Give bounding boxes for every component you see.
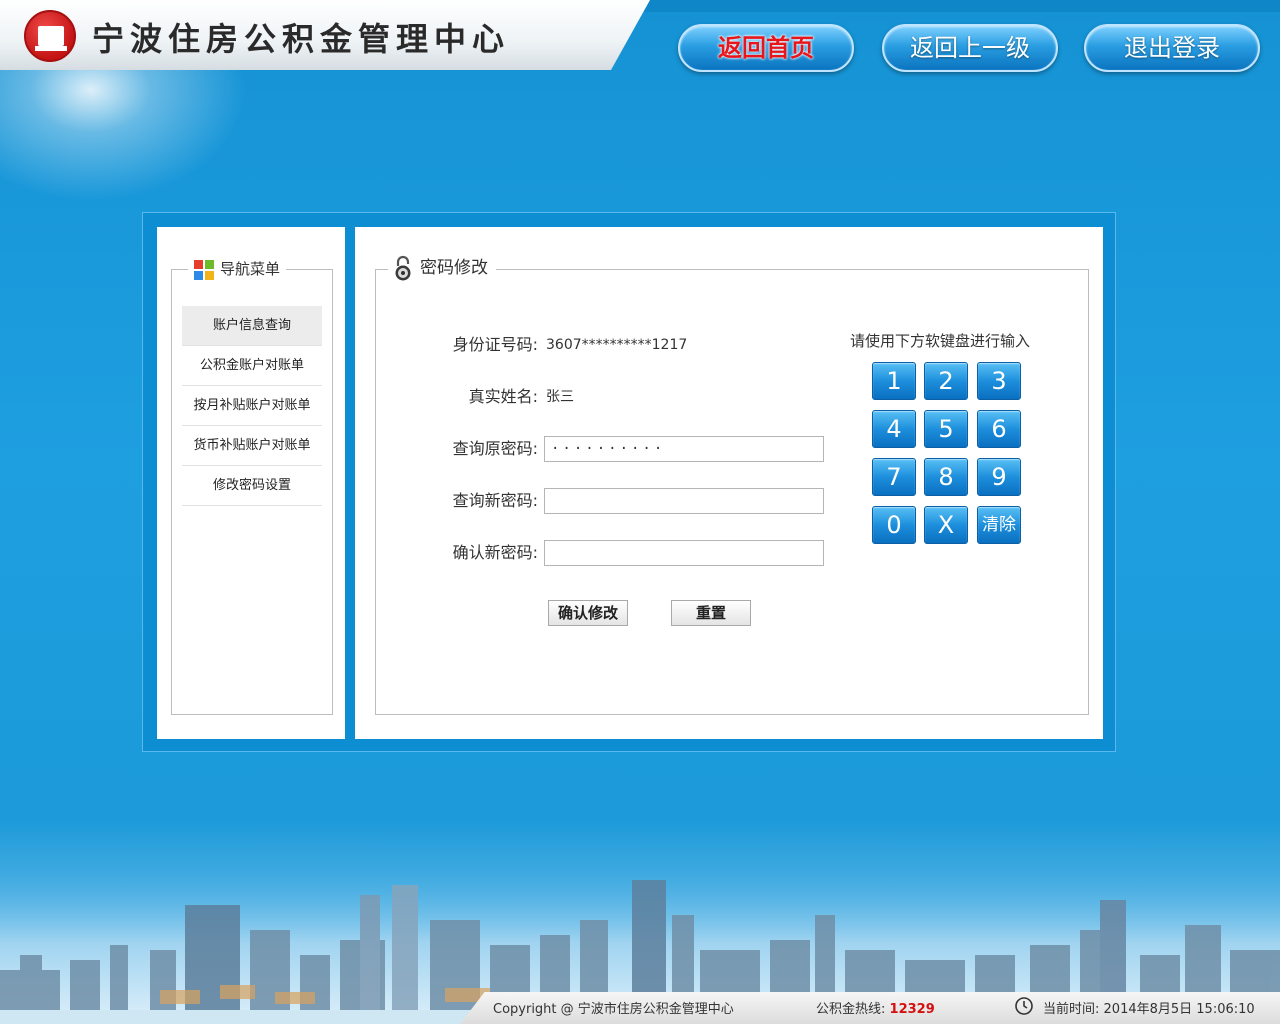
menu-grid-icon bbox=[194, 259, 214, 280]
clock-icon bbox=[1015, 997, 1033, 1015]
logo-seal-bar bbox=[35, 46, 67, 51]
sidebar-title: 导航菜单 bbox=[188, 256, 287, 282]
sidebar-item-fund-statement[interactable]: 公积金账户对账单 bbox=[182, 346, 322, 386]
hotline-label: 公积金热线: bbox=[816, 1002, 886, 1017]
key-2[interactable]: 2 bbox=[924, 362, 968, 400]
footer-time: 当前时间: 2014年8月5日 15:06:10 bbox=[1043, 998, 1255, 1017]
reset-button[interactable]: 重置 bbox=[671, 600, 751, 626]
old-password-label: 查询原密码: bbox=[452, 439, 538, 458]
header-logo-plate: 宁波住房公积金管理中心 bbox=[0, 0, 650, 70]
hotline-number: 12329 bbox=[889, 1002, 935, 1017]
key-4[interactable]: 4 bbox=[872, 410, 916, 448]
password-form-box: 密码修改 身份证号码: 3607**********1217 真实姓名: 张三 … bbox=[375, 252, 1089, 715]
id-value: 3607**********1217 bbox=[546, 337, 688, 353]
back-button[interactable]: 返回上一级 bbox=[882, 24, 1058, 72]
name-label: 真实姓名: bbox=[468, 387, 538, 406]
new-password-input[interactable] bbox=[544, 488, 824, 514]
sidebar-item-account-info[interactable]: 账户信息查询 bbox=[182, 306, 322, 346]
sidebar-item-change-password[interactable]: 修改密码设置 bbox=[182, 466, 322, 506]
confirm-change-button[interactable]: 确认修改 bbox=[548, 600, 628, 626]
keyboard-hint: 请使用下方软键盘进行输入 bbox=[850, 332, 1031, 350]
new-password-label: 查询新密码: bbox=[452, 491, 538, 510]
sidebar-list: 账户信息查询 公积金账户对账单 按月补贴账户对账单 货币补贴账户对账单 修改密码… bbox=[182, 306, 322, 506]
logo-seal-house bbox=[38, 26, 64, 46]
old-password-input[interactable]: ·········· bbox=[544, 436, 824, 462]
sidebar-item-monthly-subsidy-statement[interactable]: 按月补贴账户对账单 bbox=[182, 386, 322, 426]
confirm-password-label: 确认新密码: bbox=[452, 543, 538, 562]
content-title-label: 密码修改 bbox=[420, 258, 488, 278]
page: 宁波住房公积金管理中心 返回首页 返回上一级 退出登录 导航菜单 账户信息查询 … bbox=[0, 0, 1280, 1024]
key-1[interactable]: 1 bbox=[872, 362, 916, 400]
lock-icon bbox=[392, 255, 414, 281]
sidebar-title-label: 导航菜单 bbox=[220, 260, 281, 278]
key-5[interactable]: 5 bbox=[924, 410, 968, 448]
key-8[interactable]: 8 bbox=[924, 458, 968, 496]
name-value: 张三 bbox=[546, 389, 574, 405]
logout-button[interactable]: 退出登录 bbox=[1084, 24, 1260, 72]
key-0[interactable]: 0 bbox=[872, 506, 916, 544]
site-title: 宁波住房公积金管理中心 bbox=[92, 20, 511, 58]
key-x[interactable]: X bbox=[924, 506, 968, 544]
sidebar-panel: 导航菜单 账户信息查询 公积金账户对账单 按月补贴账户对账单 货币补贴账户对账单… bbox=[157, 227, 345, 739]
logo-seal-icon bbox=[24, 10, 76, 62]
key-9[interactable]: 9 bbox=[977, 458, 1021, 496]
content-panel: 密码修改 身份证号码: 3607**********1217 真实姓名: 张三 … bbox=[355, 227, 1103, 739]
key-3[interactable]: 3 bbox=[977, 362, 1021, 400]
sidebar-box: 导航菜单 账户信息查询 公积金账户对账单 按月补贴账户对账单 货币补贴账户对账单… bbox=[171, 256, 333, 715]
footer-hotline: 公积金热线: 12329 bbox=[816, 998, 935, 1017]
main-frame: 导航菜单 账户信息查询 公积金账户对账单 按月补贴账户对账单 货币补贴账户对账单… bbox=[142, 212, 1116, 752]
time-label: 当前时间: bbox=[1043, 1002, 1100, 1017]
key-7[interactable]: 7 bbox=[872, 458, 916, 496]
footer-copyright: Copyright @ 宁波市住房公积金管理中心 bbox=[493, 1002, 734, 1017]
confirm-password-input[interactable] bbox=[544, 540, 824, 566]
key-clear[interactable]: 清除 bbox=[977, 506, 1021, 544]
key-6[interactable]: 6 bbox=[977, 410, 1021, 448]
time-value: 2014年8月5日 15:06:10 bbox=[1103, 1002, 1255, 1017]
sun-glow-decoration bbox=[0, 60, 260, 210]
content-title: 密码修改 bbox=[388, 252, 496, 284]
sidebar-item-monetary-subsidy-statement[interactable]: 货币补贴账户对账单 bbox=[182, 426, 322, 466]
home-button[interactable]: 返回首页 bbox=[678, 24, 854, 72]
id-label: 身份证号码: bbox=[452, 335, 538, 354]
